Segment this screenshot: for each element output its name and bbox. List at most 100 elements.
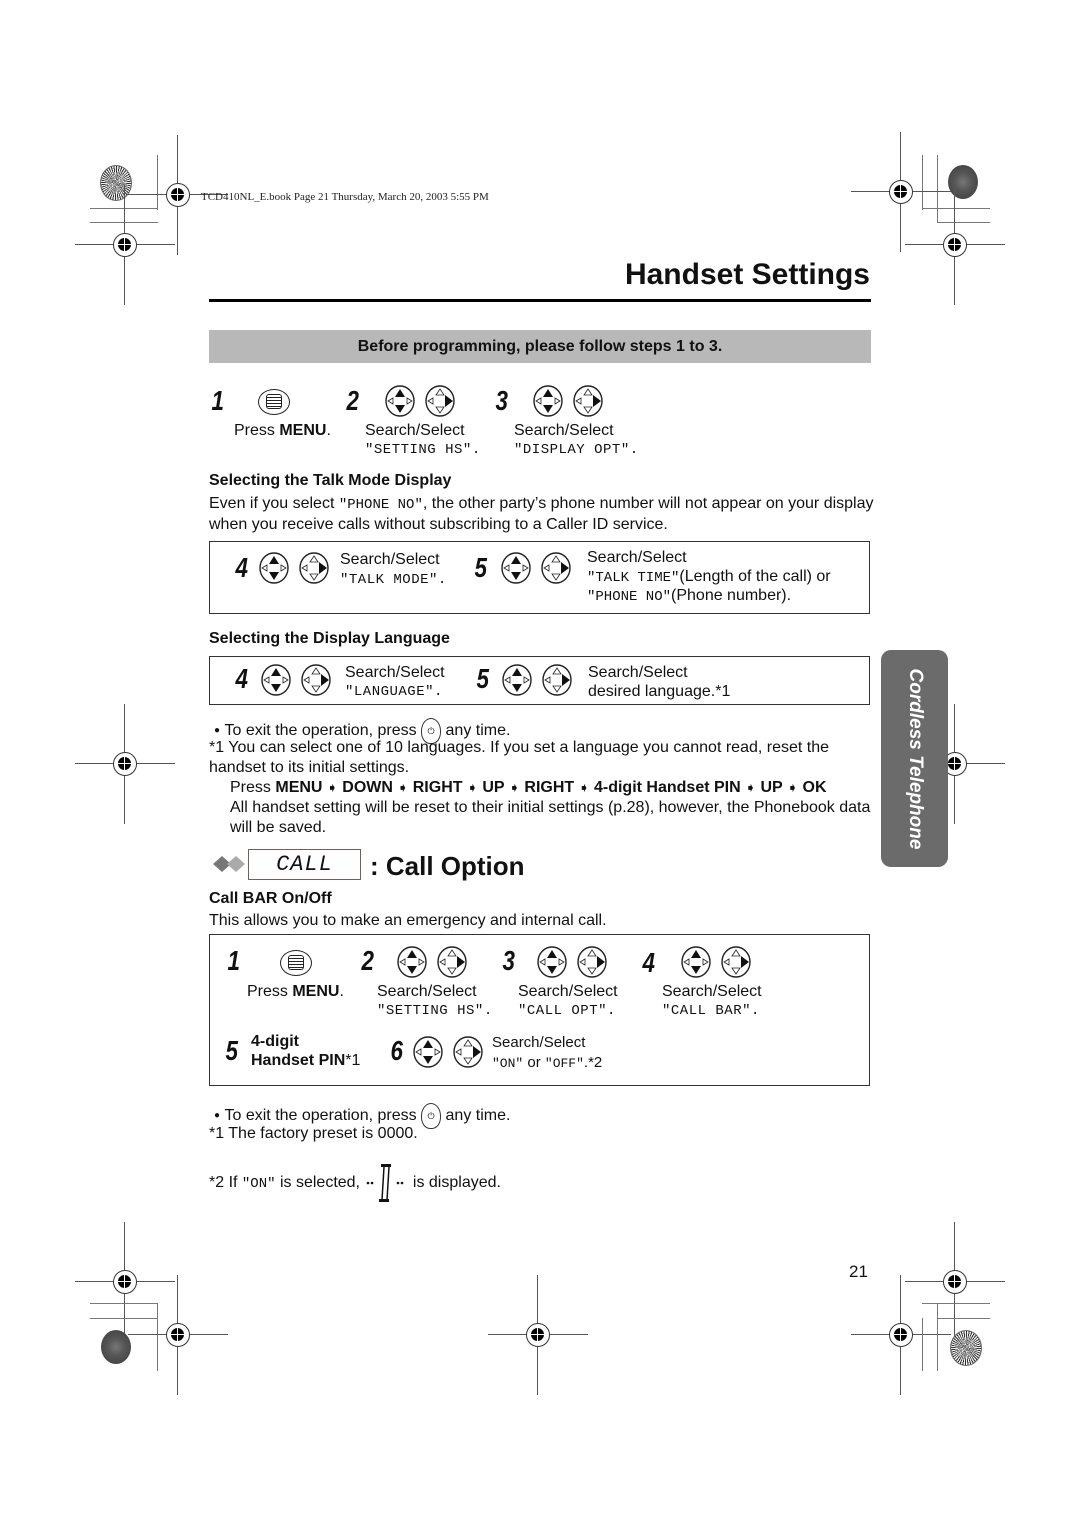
registration-mark-icon xyxy=(488,1275,588,1395)
step-number: 2 xyxy=(361,945,375,976)
footnote-factory-preset: *1 The factory preset is 0000. xyxy=(209,1125,418,1142)
call-bar-steps-box: 1 Press MENU. 2 Search/Select "SETTING H… xyxy=(209,934,870,1086)
language-heading: Selecting the Display Language xyxy=(209,630,450,647)
step-number: 3 xyxy=(502,945,516,976)
arrow-right-icon: ➧ xyxy=(745,780,757,795)
navigator-icon xyxy=(681,946,751,978)
navigator-icon xyxy=(502,664,572,696)
footnote-call-bar-indicator: *2 If "ON" is selected, is displayed. xyxy=(209,1162,501,1204)
intro-step-3-label: Search/Select xyxy=(514,422,614,439)
step-value: "PHONE NO"(Phone number). xyxy=(587,587,792,605)
print-header: TCD410NL_E.book Page 21 Thursday, March … xyxy=(201,191,489,203)
arrow-right-icon: ➧ xyxy=(509,780,520,795)
color-target-icon xyxy=(948,165,978,199)
registration-mark-icon xyxy=(128,1275,228,1395)
step-label: Search/Select xyxy=(340,551,440,568)
crop-mark xyxy=(90,1303,158,1304)
crop-mark xyxy=(937,155,938,223)
reset-sequence: Press MENU ➧ DOWN ➧ RIGHT ➧ UP ➧ RIGHT ➧… xyxy=(230,779,827,796)
registration-mark-icon xyxy=(75,1222,175,1342)
page-title: Handset Settings xyxy=(624,258,870,291)
color-target-icon xyxy=(100,165,132,201)
registration-mark-icon xyxy=(75,185,175,305)
step-value: "LANGUAGE". xyxy=(345,684,443,700)
step-label: Search/Select xyxy=(588,664,688,681)
navigator-icon xyxy=(413,1036,483,1068)
step-number: 4 xyxy=(642,947,656,978)
step-label: Search/Select xyxy=(518,983,618,1000)
intro-step-3: 3 xyxy=(494,385,510,417)
step-value: "SETTING HS". xyxy=(377,1003,493,1019)
arrow-right-icon: ➧ xyxy=(578,780,590,795)
banner-text: Before programming, please follow steps … xyxy=(357,337,723,355)
step-value: "CALL OPT". xyxy=(518,1003,616,1019)
step-number: 4 xyxy=(235,552,249,583)
step-number: 1 xyxy=(211,385,225,416)
talk-mode-description: Even if you select "PHONE NO", the other… xyxy=(209,495,874,533)
step-label: Search/Select xyxy=(587,549,687,566)
section-tab-label: Cordless Telephone xyxy=(904,668,926,849)
step-value: "ON" or "OFF".*2 xyxy=(492,1054,603,1071)
crop-mark xyxy=(937,1303,938,1371)
color-target-icon xyxy=(950,1330,982,1366)
navigator-icon xyxy=(259,552,329,584)
section-tab: Cordless Telephone xyxy=(881,650,948,867)
step-value: "TALK MODE". xyxy=(340,572,447,588)
step-number: 2 xyxy=(346,385,360,416)
call-option-title: : Call Option xyxy=(370,851,525,881)
step-number: 4 xyxy=(235,663,249,694)
arrow-right-icon: ➧ xyxy=(787,780,799,795)
navigator-icon xyxy=(397,946,467,978)
crop-mark xyxy=(922,155,923,210)
intro-step-3-value: "DISPLAY OPT". xyxy=(514,442,639,458)
step-label: Press MENU. xyxy=(247,983,344,1000)
step-value: "TALK TIME"(Length of the call) or xyxy=(587,568,831,586)
step-label: Search/Select xyxy=(345,664,445,681)
intro-step-2-label: Search/Select xyxy=(365,422,465,439)
intro-step-2: 2 xyxy=(345,385,361,417)
color-target-icon xyxy=(101,1330,131,1364)
registration-mark-icon xyxy=(75,704,175,824)
step-label: Search/Select xyxy=(662,983,762,1000)
off-button-icon: ⏻ xyxy=(421,1103,442,1129)
arrow-right-icon: ➧ xyxy=(397,780,409,795)
crop-mark xyxy=(937,1318,990,1319)
intro-step-1-label: Press MENU. xyxy=(234,422,331,439)
step-label: Search/Select xyxy=(377,983,477,1000)
registration-mark-icon xyxy=(128,135,228,255)
step-label: 4-digit xyxy=(251,1033,299,1050)
navigator-right-icon xyxy=(533,385,603,417)
talk-mode-heading: Selecting the Talk Mode Display xyxy=(209,472,452,489)
lcd-display: CALL OPT xyxy=(248,849,361,880)
instruction-banner: Before programming, please follow steps … xyxy=(209,330,871,363)
crop-mark xyxy=(922,1303,990,1304)
registration-mark-icon xyxy=(851,1275,951,1395)
page-number: 21 xyxy=(849,1262,868,1281)
call-bar-description: This allows you to make an emergency and… xyxy=(209,912,607,929)
menu-button-icon xyxy=(280,950,312,976)
crop-mark xyxy=(90,1318,158,1319)
navigator-icon xyxy=(537,946,607,978)
reset-note: All handset setting will be reset to the… xyxy=(230,799,871,836)
talk-mode-steps-box: 4 Search/Select "TALK MODE". 5 Search/Se… xyxy=(209,541,870,614)
footnote-1: *1 You can select one of 10 languages. I… xyxy=(209,739,830,776)
registration-mark-icon xyxy=(851,132,951,252)
crop-mark xyxy=(922,1318,923,1371)
step-number: 5 xyxy=(476,663,490,694)
step-number: 5 xyxy=(474,552,488,583)
navigator-up-down-icon xyxy=(385,385,455,417)
step-number: 6 xyxy=(390,1035,404,1066)
menu-button-icon xyxy=(258,389,290,415)
registration-mark-icon xyxy=(905,185,1005,305)
arrow-right-icon: ➧ xyxy=(326,780,338,795)
step-value: desired language.*1 xyxy=(588,683,731,700)
navigator-icon xyxy=(261,664,331,696)
lcd-text: CALL OPT xyxy=(276,852,333,877)
intro-step-1: 1 xyxy=(210,385,226,417)
step-number: 1 xyxy=(227,945,241,976)
step-number: 3 xyxy=(495,385,509,416)
step-label: Handset PIN*1 xyxy=(251,1052,361,1069)
step-label: Search/Select xyxy=(492,1034,586,1051)
diamond-icon xyxy=(212,854,248,879)
intro-step-2-value: "SETTING HS". xyxy=(365,442,481,458)
